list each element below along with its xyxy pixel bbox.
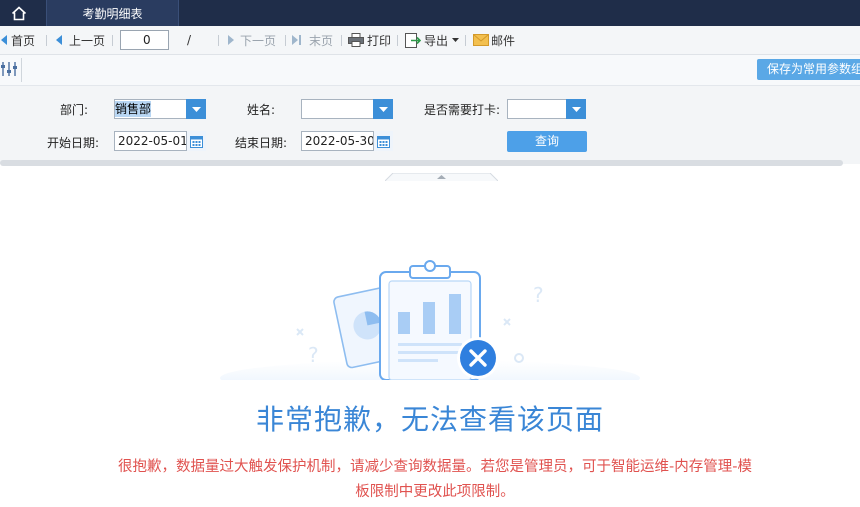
next-page-button[interactable]: 下一页 <box>227 26 276 54</box>
chevron-down-icon <box>571 106 581 112</box>
toolbar-divider <box>285 35 286 46</box>
mail-icon <box>473 34 489 46</box>
mail-button[interactable]: 邮件 <box>473 26 515 54</box>
error-title: 非常抱歉，无法查看该页面 <box>255 403 604 436</box>
last-page-button[interactable]: 末页 <box>291 26 333 54</box>
department-select[interactable]: 销售部 <box>114 99 206 119</box>
toolbar-divider <box>397 35 398 46</box>
query-form <box>0 86 860 164</box>
chevron-down-icon <box>378 106 388 112</box>
sliders-icon <box>1 62 17 76</box>
next-page-label: 下一页 <box>240 33 277 48</box>
page-separator: / <box>187 33 192 47</box>
calendar-icon <box>377 135 390 148</box>
name-label: 姓名: <box>247 103 276 117</box>
name-dropdown-button[interactable] <box>373 99 393 119</box>
end-date-value: 2022-05-30 <box>305 134 375 148</box>
next-page-icon <box>228 35 234 45</box>
export-icon <box>405 32 421 48</box>
first-page-label: 首页 <box>11 33 36 48</box>
home-button[interactable] <box>0 0 38 26</box>
last-page-icon <box>292 35 301 45</box>
query-button[interactable]: 查询 <box>507 131 587 152</box>
first-page-icon <box>1 35 7 45</box>
error-message-line: 很抱歉，数据量过大触发保护机制，请减少查询数据量。若您是管理员，可于智能运维-内… <box>118 459 752 475</box>
save-params-button[interactable]: 保存为常用参数组 <box>757 59 860 80</box>
toolbar-divider <box>341 35 342 46</box>
home-icon <box>11 5 27 20</box>
name-select[interactable] <box>301 99 393 119</box>
clipboard-error-illustration: ? ? <box>220 260 640 396</box>
toolbar-divider <box>112 35 113 46</box>
chevron-down-icon <box>452 38 460 42</box>
start-date-picker-button[interactable] <box>186 131 206 151</box>
toolbar-divider <box>218 35 219 46</box>
calendar-icon <box>190 135 203 148</box>
error-illustration: ? ? <box>215 250 655 396</box>
export-button[interactable]: 导出 <box>405 26 460 54</box>
end-date-label: 结束日期: <box>235 136 288 150</box>
department-label: 部门: <box>60 103 89 117</box>
filter-settings-button[interactable] <box>0 60 20 80</box>
first-page-button[interactable]: 首页 <box>0 26 35 54</box>
collapse-handle-shape <box>384 172 499 182</box>
divider <box>21 58 22 82</box>
tab-attendance-detail[interactable]: 考勤明细表 <box>46 0 179 26</box>
department-dropdown-button[interactable] <box>186 99 206 119</box>
export-label: 导出 <box>424 33 449 48</box>
end-date-picker-button[interactable] <box>373 131 393 151</box>
toolbar-divider <box>46 35 47 46</box>
prev-page-button[interactable]: 上一页 <box>55 26 105 54</box>
mail-label: 邮件 <box>491 33 516 48</box>
printer-icon <box>348 33 364 47</box>
toolbar-divider <box>465 35 466 46</box>
prev-page-icon <box>56 35 62 45</box>
collapse-panel-handle[interactable] <box>384 170 499 182</box>
start-date-value: 2022-05-01 <box>118 134 188 148</box>
need-punch-dropdown-button[interactable] <box>566 99 586 119</box>
svg-text:?: ? <box>533 283 544 307</box>
start-date-input[interactable]: 2022-05-01 <box>114 131 206 151</box>
department-value: 销售部 <box>115 101 152 117</box>
error-message: 很抱歉，数据量过大触发保护机制，请减少查询数据量。若您是管理员，可于智能运维-内… <box>80 455 790 505</box>
need-punch-label: 是否需要打卡: <box>424 103 501 117</box>
error-message-line: 板限制中更改此项限制。 <box>355 484 515 500</box>
page-number-input[interactable] <box>120 30 169 50</box>
print-button[interactable]: 打印 <box>348 26 391 54</box>
need-punch-select[interactable] <box>507 99 586 119</box>
prev-page-label: 上一页 <box>69 33 106 48</box>
parameter-bar <box>0 55 860 86</box>
print-label: 打印 <box>367 33 392 48</box>
start-date-label: 开始日期: <box>47 136 100 150</box>
last-page-label: 末页 <box>309 33 334 48</box>
end-date-input[interactable]: 2022-05-30 <box>301 131 393 151</box>
svg-text:?: ? <box>308 343 319 367</box>
chevron-down-icon <box>191 106 201 112</box>
horizontal-scrollbar[interactable] <box>0 160 843 166</box>
